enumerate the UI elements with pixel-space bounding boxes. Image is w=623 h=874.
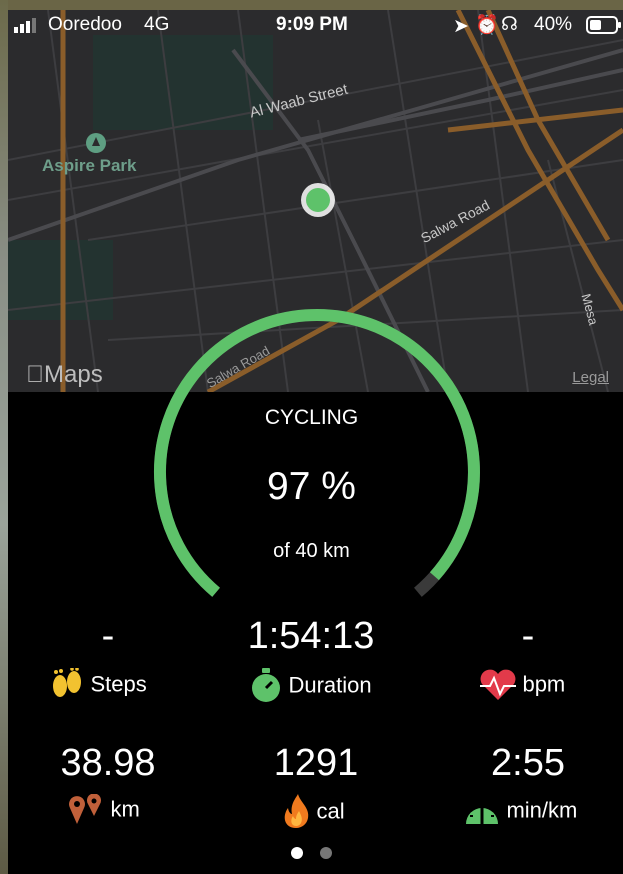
stat-duration: 1:54:13 — [216, 615, 406, 658]
stat-value: - — [521, 615, 535, 657]
footprints-icon — [48, 667, 86, 707]
location-pins-icon — [66, 793, 106, 831]
activity-type: CYCLING — [264, 406, 359, 429]
stat-label: Duration — [288, 672, 372, 698]
stat-label: cal — [316, 798, 345, 824]
stat-value: - — [101, 615, 115, 657]
stat-duration-label: Duration — [248, 668, 418, 709]
stat-distance-label: km — [66, 793, 186, 831]
stat-heart-rate-label: bpm — [478, 668, 598, 707]
page-dot-active[interactable] — [291, 847, 304, 859]
stat-steps-label: Steps — [48, 667, 188, 707]
stat-pace: 2:55 — [448, 742, 608, 785]
stat-calories-label: cal — [280, 794, 390, 835]
stat-label: min/km — [506, 797, 578, 823]
stat-label: km — [110, 796, 140, 822]
flame-icon — [280, 794, 312, 835]
stat-value: 38.98 — [60, 742, 156, 784]
stat-label: Steps — [90, 671, 147, 697]
speedometer-icon — [462, 794, 502, 833]
page-dot[interactable] — [319, 847, 332, 859]
stat-distance: 38.98 — [28, 742, 188, 785]
heart-rate-icon — [478, 668, 518, 707]
stat-heart-rate: - — [448, 615, 608, 658]
goal-text: of 40 km — [273, 540, 350, 562]
app-frame: Aspire Park Al Waab Street Salwa Road Sa… — [0, 0, 623, 874]
stopwatch-icon — [248, 668, 284, 709]
page-indicator[interactable] — [0, 846, 623, 864]
stat-value: 2:55 — [491, 742, 565, 784]
stat-pace-label: min/km — [462, 794, 612, 833]
stat-calories: 1291 — [236, 742, 396, 785]
stat-label: bpm — [522, 671, 566, 697]
stat-steps: - — [28, 615, 188, 658]
stat-value: 1:54:13 — [247, 615, 375, 657]
stat-value: 1291 — [273, 742, 359, 784]
progress-percent: 97 % — [267, 465, 356, 508]
